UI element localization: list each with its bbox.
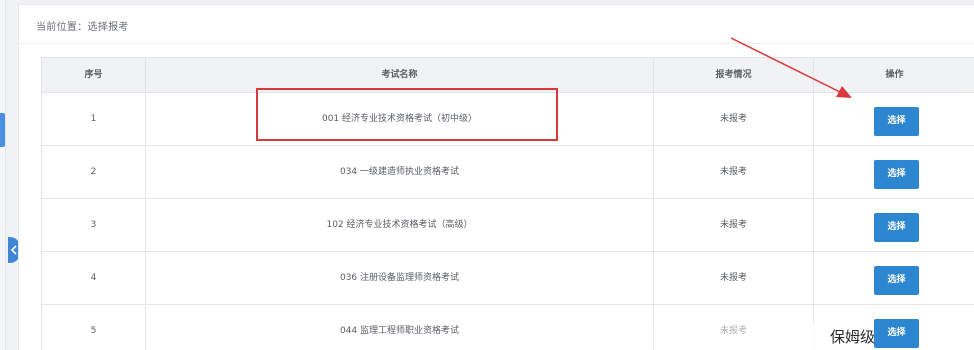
row-exam-name: 102 经济专业技术资格考试（高级）	[146, 199, 654, 251]
breadcrumb: 当前位置：选择报考	[36, 22, 129, 33]
header-exam-name: 考试名称	[146, 58, 654, 92]
row-status: 未报考	[654, 93, 814, 145]
header-status: 报考情况	[654, 58, 814, 92]
row-exam-name: 036 注册设备监理师资格考试	[146, 252, 654, 304]
table-row: 3 102 经济专业技术资格考试（高级） 未报考 选择	[42, 199, 974, 252]
select-button[interactable]: 选择	[874, 107, 919, 136]
select-button[interactable]: 选择	[874, 213, 919, 242]
row-status: 未报考	[654, 252, 814, 304]
row-exam-name: 044 监理工程师职业资格考试	[146, 305, 654, 350]
sidebar-edge	[0, 0, 6, 350]
content-panel: 当前位置：选择报考 序号 考试名称 报考情况 操作 1 001 经济专业技术资格…	[18, 4, 974, 350]
row-index: 1	[42, 93, 146, 145]
row-status: 未报考	[654, 146, 814, 198]
row-action-cell: 选择	[814, 199, 974, 251]
row-action-cell: 选择	[814, 93, 974, 145]
select-button[interactable]: 选择	[874, 319, 919, 348]
chevron-left-icon	[10, 245, 17, 255]
table-row: 4 036 注册设备监理师资格考试 未报考 选择	[42, 252, 974, 305]
row-index: 2	[42, 146, 146, 198]
header-action: 操作	[814, 58, 974, 92]
sidebar-active-tab[interactable]	[0, 113, 5, 147]
header-index: 序号	[42, 58, 146, 92]
watermark: 保姆级	[830, 328, 876, 346]
table-row: 2 034 一级建造师执业资格考试 未报考 选择	[42, 146, 974, 199]
row-exam-name: 034 一级建造师执业资格考试	[146, 146, 654, 198]
row-status: 未报考	[654, 199, 814, 251]
row-action-cell: 选择	[814, 146, 974, 198]
divider	[19, 43, 974, 44]
row-index: 3	[42, 199, 146, 251]
row-action-cell: 选择	[814, 252, 974, 304]
row-index: 4	[42, 252, 146, 304]
exam-selection-page: 当前位置：选择报考 序号 考试名称 报考情况 操作 1 001 经济专业技术资格…	[0, 0, 974, 350]
row-index: 5	[42, 305, 146, 350]
select-button[interactable]: 选择	[874, 160, 919, 189]
watermark-fade	[580, 322, 840, 350]
annotation-highlight-box	[256, 88, 558, 141]
select-button[interactable]: 选择	[874, 266, 919, 295]
